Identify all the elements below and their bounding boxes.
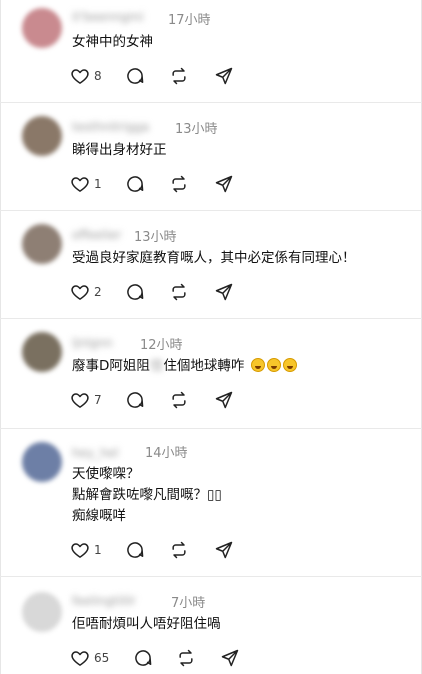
send-icon xyxy=(215,283,233,301)
heart-icon xyxy=(71,177,89,192)
repost-icon xyxy=(172,67,186,85)
repost-icon xyxy=(172,541,186,559)
timestamp[interactable]: 14小時 xyxy=(145,442,188,461)
reply-text-line: 佢唔耐煩叫人唔好阻住喎 xyxy=(72,616,221,632)
like-button[interactable]: 65 xyxy=(70,648,109,668)
reply-text-line: 天使嚟㗎？ xyxy=(72,466,140,482)
timestamp[interactable]: 17小時 xyxy=(168,9,211,28)
send-icon xyxy=(221,649,239,667)
send-icon xyxy=(215,175,233,193)
username[interactable]: offeelier xyxy=(72,228,121,242)
reply-button[interactable] xyxy=(125,174,145,194)
heart-icon xyxy=(71,543,89,558)
reply-text-line: 睇得出身材好正 xyxy=(72,142,167,158)
like-button[interactable]: 8 xyxy=(70,66,102,86)
avatar[interactable] xyxy=(22,332,62,372)
share-button[interactable] xyxy=(214,282,234,302)
repost-button[interactable] xyxy=(169,66,189,86)
share-button[interactable] xyxy=(214,390,234,410)
comment-bubble-icon xyxy=(127,284,144,300)
like-count: 1 xyxy=(94,543,102,557)
comment-bubble-icon xyxy=(127,542,144,558)
reply-button[interactable] xyxy=(125,390,145,410)
reply-text-part: 廢事D阿姐阻 xyxy=(72,358,150,374)
send-icon xyxy=(215,391,233,409)
reply-text-line: 女神中的女神 xyxy=(72,34,153,50)
comment-bubble-icon xyxy=(127,176,144,192)
share-button[interactable] xyxy=(214,174,234,194)
like-count: 65 xyxy=(94,651,110,665)
share-button[interactable] xyxy=(220,648,240,668)
send-icon xyxy=(215,67,233,85)
comment-bubble-icon xyxy=(127,68,144,84)
timestamp[interactable]: 7小時 xyxy=(171,592,205,611)
heart-icon xyxy=(71,285,89,300)
divider xyxy=(0,210,422,211)
repost-button[interactable] xyxy=(169,282,189,302)
like-button[interactable]: 1 xyxy=(70,540,102,560)
divider xyxy=(0,102,422,103)
reply-text: 佢唔耐煩叫人唔好阻住喎 xyxy=(72,614,221,635)
avatar[interactable] xyxy=(22,224,62,264)
heart-icon xyxy=(71,393,89,408)
divider xyxy=(0,318,422,319)
repost-icon xyxy=(172,175,186,193)
comment-bubble-icon xyxy=(135,650,152,666)
like-count: 8 xyxy=(94,69,102,83)
share-button[interactable] xyxy=(214,66,234,86)
reply-text: 廢事D阿姐阻住住個地球轉咋 xyxy=(72,356,297,377)
reply-text: 天使嚟㗎？ 點解會跌咗嚟凡間嘅？▯▯ 痴線嘅咩 xyxy=(72,464,222,527)
laughing-emoji-icon xyxy=(250,358,265,372)
share-button[interactable] xyxy=(214,540,234,560)
avatar[interactable] xyxy=(22,592,62,632)
reply-text: 睇得出身材好正 xyxy=(72,140,167,161)
reply-text-line: 受過良好家庭教育嘅人，其中必定係有同理心！ xyxy=(72,250,356,266)
repost-icon xyxy=(179,649,193,667)
username[interactable]: it'beenngmi xyxy=(72,10,144,24)
reply-text-part: 住個地球轉咋 xyxy=(163,358,245,374)
reply-button[interactable] xyxy=(133,648,153,668)
laughing-emoji-icon xyxy=(266,358,281,372)
avatar[interactable] xyxy=(22,442,62,482)
reply-text-blurred: 住 xyxy=(149,358,164,374)
laughing-emoji-icon xyxy=(282,358,297,372)
like-count: 1 xyxy=(94,177,102,191)
like-button[interactable]: 2 xyxy=(70,282,102,302)
reply-button[interactable] xyxy=(125,540,145,560)
heart-icon xyxy=(71,69,89,84)
reply-text: 女神中的女神 xyxy=(72,32,153,53)
comment-bubble-icon xyxy=(127,392,144,408)
repost-button[interactable] xyxy=(169,390,189,410)
like-button[interactable]: 7 xyxy=(70,390,102,410)
timestamp[interactable]: 13小時 xyxy=(175,118,218,137)
like-count: 7 xyxy=(94,393,102,407)
reply-text-line: 痴線嘅咩 xyxy=(72,508,126,524)
heart-icon xyxy=(71,651,89,666)
timestamp[interactable]: 13小時 xyxy=(134,226,177,245)
username[interactable]: hey_hel xyxy=(72,446,118,460)
reply-button[interactable] xyxy=(125,66,145,86)
repost-button[interactable] xyxy=(169,540,189,560)
username[interactable]: ljnlgnn xyxy=(72,336,112,350)
divider xyxy=(0,576,422,577)
timestamp[interactable]: 12小時 xyxy=(140,334,183,353)
reply-text: 受過良好家庭教育嘅人，其中必定係有同理心！ xyxy=(72,248,356,269)
username[interactable]: testhnitrigga xyxy=(72,120,149,134)
like-count: 2 xyxy=(94,285,102,299)
username[interactable]: feelingtililr xyxy=(72,594,136,608)
like-button[interactable]: 1 xyxy=(70,174,102,194)
send-icon xyxy=(215,541,233,559)
repost-button[interactable] xyxy=(169,174,189,194)
repost-icon xyxy=(172,283,186,301)
avatar[interactable] xyxy=(22,8,62,48)
repost-icon xyxy=(172,391,186,409)
reply-text-line: 點解會跌咗嚟凡間嘅？▯▯ xyxy=(72,487,222,503)
divider xyxy=(0,428,422,429)
avatar[interactable] xyxy=(22,116,62,156)
reply-button[interactable] xyxy=(125,282,145,302)
repost-button[interactable] xyxy=(176,648,196,668)
